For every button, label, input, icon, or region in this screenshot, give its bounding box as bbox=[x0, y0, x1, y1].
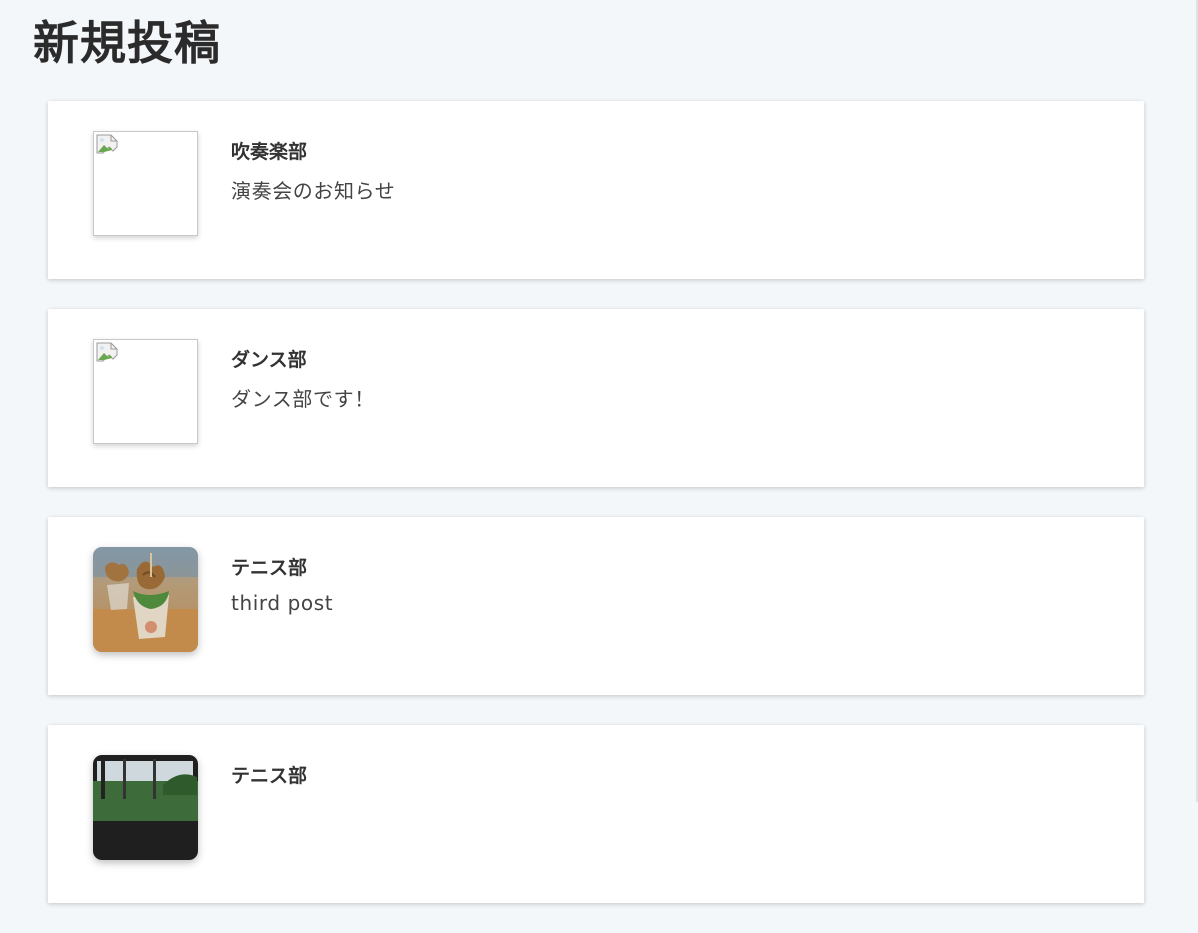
post-card[interactable]: テニス部 bbox=[48, 725, 1144, 903]
post-club-name: 吹奏楽部 bbox=[231, 141, 308, 163]
broken-image-icon bbox=[96, 342, 118, 362]
post-thumbnail bbox=[93, 547, 198, 652]
post-thumbnail bbox=[93, 339, 198, 444]
post-body: ダンス部です！ bbox=[231, 387, 375, 411]
post-club-name: ダンス部 bbox=[231, 349, 307, 371]
post-thumbnail bbox=[93, 755, 198, 860]
post-club-name: テニス部 bbox=[231, 765, 308, 787]
post-card[interactable]: テニス部 third post bbox=[48, 517, 1144, 695]
post-club-name: テニス部 bbox=[231, 557, 308, 579]
page-title: 新規投稿 bbox=[33, 16, 221, 70]
post-body: third post bbox=[231, 591, 334, 615]
post-body: 演奏会のお知らせ bbox=[231, 179, 396, 203]
food-photo-image bbox=[93, 547, 198, 652]
outdoor-photo-image bbox=[93, 755, 198, 860]
post-card[interactable]: 吹奏楽部 演奏会のお知らせ bbox=[48, 101, 1144, 279]
post-card[interactable]: ダンス部 ダンス部です！ bbox=[48, 309, 1144, 487]
post-thumbnail bbox=[93, 131, 198, 236]
post-list: 吹奏楽部 演奏会のお知らせ ダンス部 ダンス部です！ テニス部 third po… bbox=[48, 101, 1144, 933]
broken-image-icon bbox=[96, 134, 118, 154]
